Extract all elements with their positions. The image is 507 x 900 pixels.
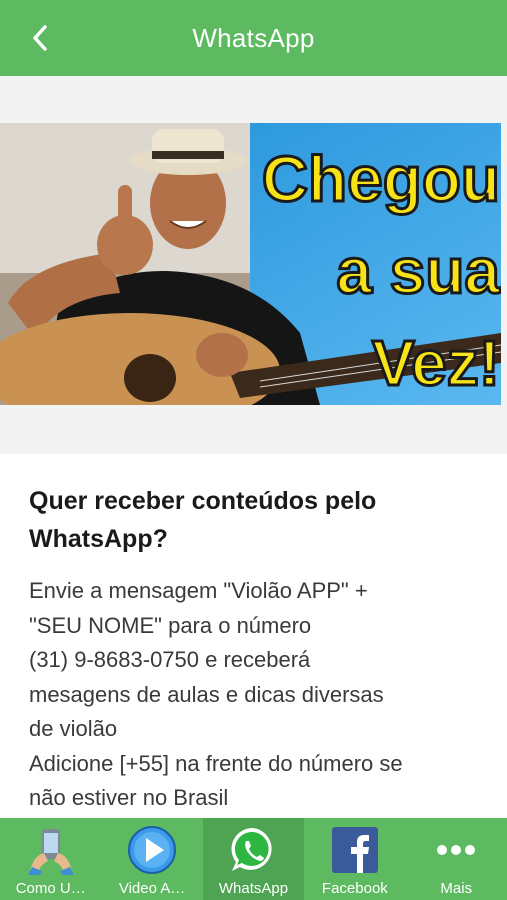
body-line: Envie a mensagem "Violão APP" + bbox=[29, 578, 368, 603]
tab-mais[interactable]: Mais bbox=[406, 818, 507, 900]
body-line: mesagens de aulas e dicas diversas bbox=[29, 681, 384, 707]
body-line: de violão bbox=[29, 716, 118, 741]
tab-video-aulas[interactable]: Video A… bbox=[101, 818, 202, 900]
tab-whatsapp[interactable]: WhatsApp bbox=[202, 818, 305, 900]
content-scroll[interactable]: Chegou a sua Vez! Quer receber conteúdos… bbox=[0, 76, 507, 818]
banner-line-3: Vez! bbox=[372, 327, 500, 399]
top-bar: WhatsApp bbox=[0, 0, 507, 76]
body-line: (31) 9-8683-0750 e receberá bbox=[29, 647, 311, 672]
banner-line-2: a sua bbox=[336, 235, 500, 307]
body-line: "SEU NOME" para o número bbox=[29, 612, 312, 638]
whatsapp-icon bbox=[227, 824, 279, 876]
tab-como-usar[interactable]: Como U… bbox=[0, 818, 101, 900]
play-icon bbox=[126, 824, 178, 876]
hero-container: Chegou a sua Vez! bbox=[0, 76, 507, 454]
body-line: não estiver no Brasil bbox=[29, 785, 229, 810]
tab-label: Facebook bbox=[321, 880, 388, 897]
tab-label: Mais bbox=[440, 880, 473, 897]
tab-facebook[interactable]: Facebook bbox=[304, 818, 405, 900]
article: Quer receber conteúdos pelo WhatsApp? En… bbox=[0, 454, 507, 816]
chevron-left-icon bbox=[33, 25, 47, 51]
back-button[interactable] bbox=[22, 20, 58, 56]
article-heading: Quer receber conteúdos pelo WhatsApp? bbox=[29, 487, 377, 553]
article-body: Envie a mensagem "Violão APP" + "SEU NOM… bbox=[29, 574, 478, 816]
facebook-icon bbox=[329, 824, 381, 876]
tab-label: Como U… bbox=[15, 880, 86, 897]
hero-image[interactable]: Chegou a sua Vez! bbox=[0, 123, 501, 405]
body-line: Adicione [+55] na frente do número se bbox=[29, 750, 403, 776]
hero-illustration: Chegou a sua Vez! bbox=[0, 123, 501, 405]
bottom-tab-bar: Como U… Video A… WhatsApp Facebook Mais bbox=[0, 818, 507, 900]
more-dots-icon bbox=[430, 824, 482, 876]
phone-hands-icon bbox=[25, 824, 77, 876]
page-title: WhatsApp bbox=[192, 22, 315, 53]
banner-line-1: Chegou bbox=[262, 143, 500, 215]
tab-label: WhatsApp bbox=[218, 880, 289, 897]
tab-label: Video A… bbox=[118, 880, 186, 897]
